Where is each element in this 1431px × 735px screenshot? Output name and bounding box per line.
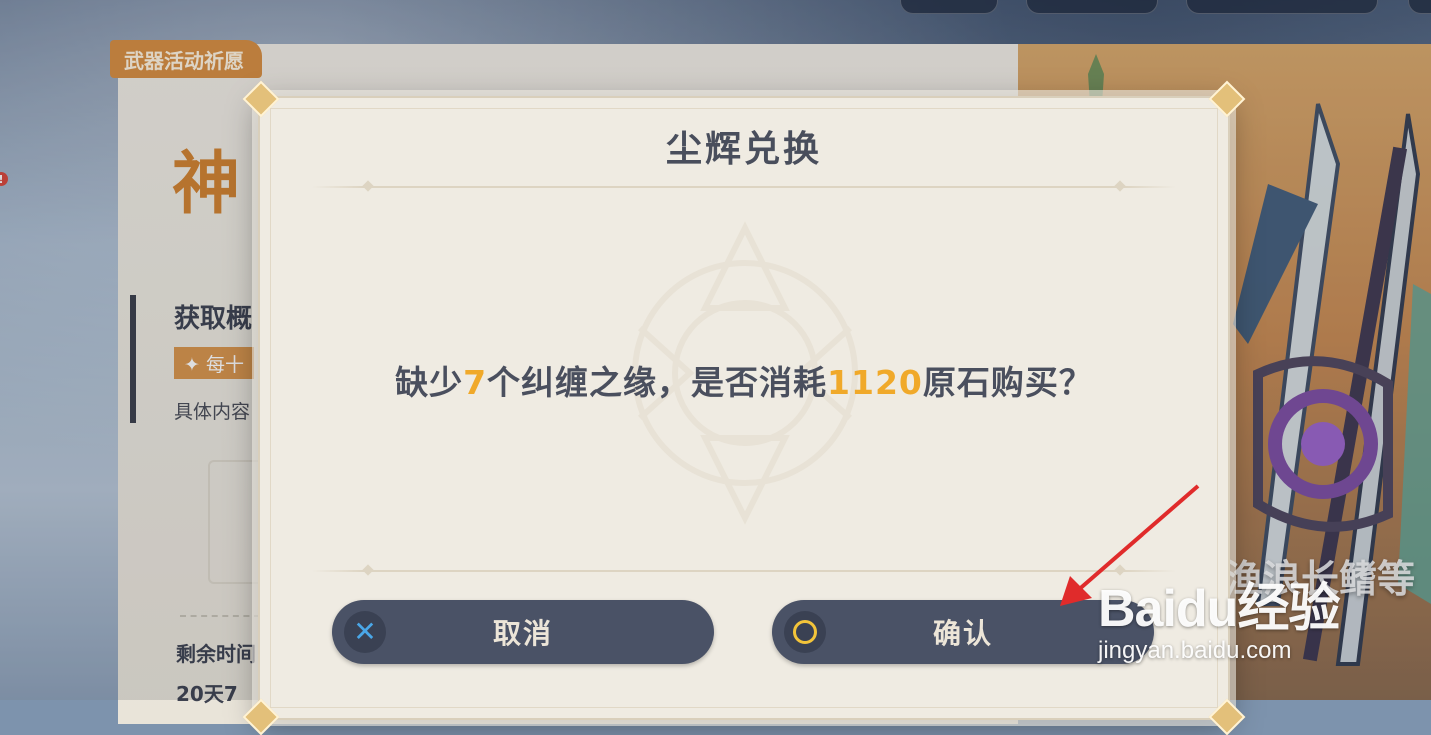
title-divider bbox=[312, 186, 1176, 188]
primogem-cost: 1120 bbox=[827, 363, 923, 402]
message-text: 个纠缠之缘，是否消耗 bbox=[487, 363, 828, 402]
watermark-logo: Baidu经验 bbox=[1098, 580, 1340, 638]
dialog-message: 缺少7个纠缠之缘，是否消耗1120原石购买？ bbox=[260, 356, 1228, 404]
message-text: 缺少 bbox=[395, 363, 464, 402]
button-divider bbox=[312, 570, 1176, 572]
cancel-button-label: 取消 bbox=[492, 617, 553, 650]
circle-icon bbox=[784, 611, 826, 653]
dialog-title: 尘辉兑换 bbox=[665, 129, 822, 170]
cross-icon: ✕ bbox=[344, 611, 386, 653]
exchange-dialog: 尘辉兑换 缺少7个纠缠之缘，是否消耗1120原石购买？ ✕ 取消 确认 bbox=[242, 80, 1246, 735]
baidu-watermark: Baidu经验 jingyan.baidu.com bbox=[1098, 566, 1340, 665]
missing-count: 7 bbox=[463, 363, 488, 402]
message-text: 原石购买？ bbox=[922, 363, 1093, 402]
cancel-button[interactable]: ✕ 取消 bbox=[332, 600, 714, 664]
watermark-url: jingyan.baidu.com bbox=[1098, 637, 1292, 664]
